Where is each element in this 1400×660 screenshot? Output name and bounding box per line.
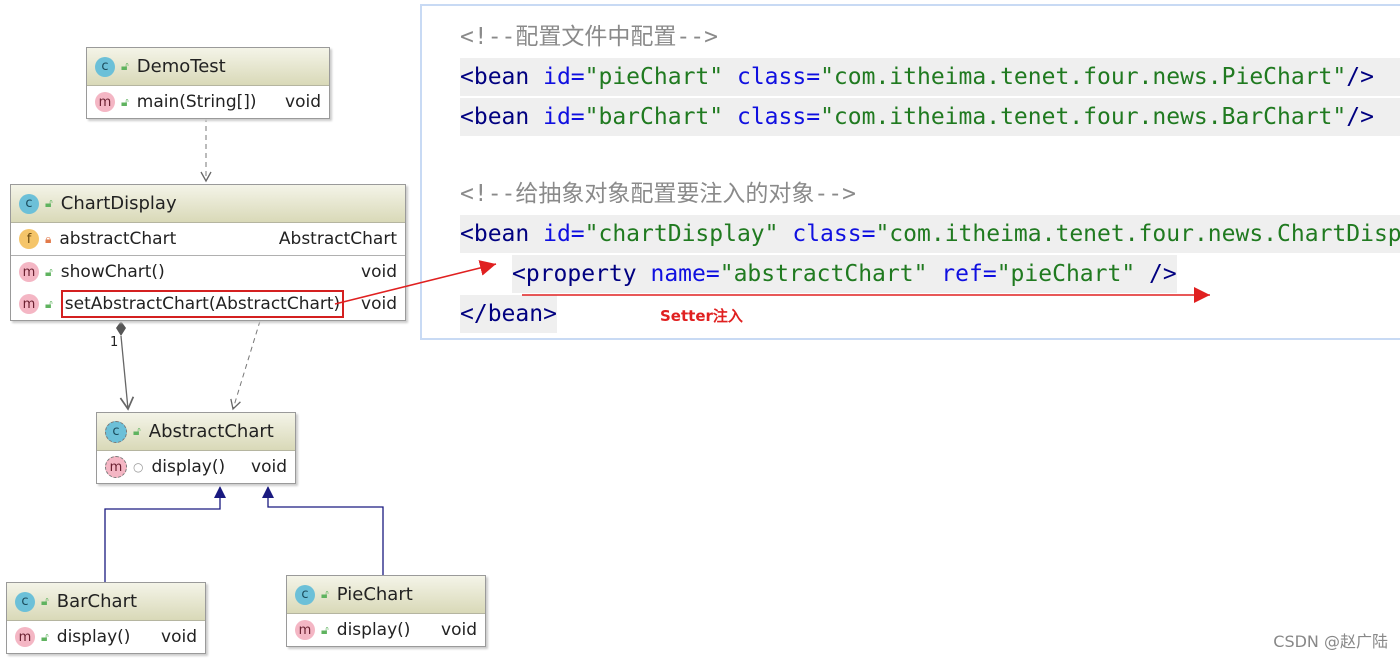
watermark: CSDN @赵广陆: [1273, 632, 1388, 651]
setter-to-property-arrow: [334, 260, 497, 305]
setter-injection-label: Setter注入: [660, 307, 743, 325]
annotation-arrows: [334, 260, 1210, 305]
